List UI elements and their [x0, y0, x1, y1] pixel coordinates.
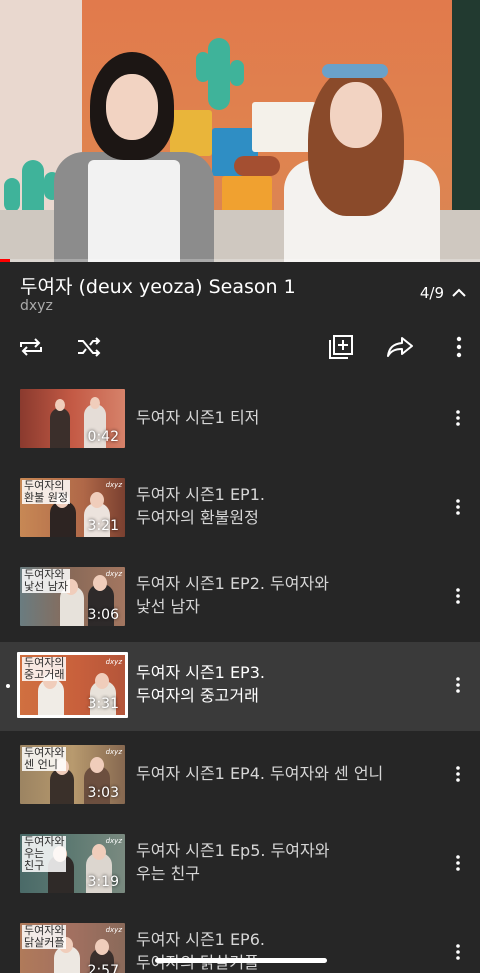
- video-title: 두여자 시즌1 EP3. 두여자의 중고거래: [136, 663, 265, 705]
- list-item[interactable]: 두여자의 환불 원정 dxyz 3:21 두여자 시즌1 EP1. 두여자의 환…: [0, 464, 480, 553]
- list-item[interactable]: 두여자와 센 언니 dxyz 3:03 두여자 시즌1 EP4. 두여자와 센 …: [0, 731, 480, 820]
- playlist-title[interactable]: 두여자 (deux yeoza) Season 1: [20, 272, 296, 299]
- thumbnail-caption: 두여자의 환불 원정: [22, 479, 70, 504]
- video-thumbnail[interactable]: 0:42: [20, 389, 125, 448]
- video-title: 두여자 시즌1 EP1. 두여자의 환불원정: [136, 485, 265, 527]
- add-to-playlist-icon[interactable]: [326, 332, 356, 362]
- system-home-indicator[interactable]: [155, 958, 327, 963]
- more-vertical-icon[interactable]: [449, 585, 467, 607]
- thumbnail-brand: dxyz: [105, 658, 122, 666]
- thumbnail-caption: 두여자와 우는 친구: [22, 835, 67, 872]
- shuffle-icon[interactable]: [74, 332, 104, 362]
- more-vertical-icon[interactable]: [449, 852, 467, 874]
- more-vertical-icon[interactable]: [449, 674, 467, 696]
- more-vertical-icon[interactable]: [449, 407, 467, 429]
- more-vertical-icon[interactable]: [449, 763, 467, 785]
- video-thumbnail[interactable]: 두여자의 중고거래 dxyz 3:31: [17, 652, 128, 718]
- list-item-current[interactable]: 두여자의 중고거래 dxyz 3:31 두여자 시즌1 EP3. 두여자의 중고…: [0, 642, 480, 731]
- duration-badge: 3:21: [87, 518, 119, 534]
- duration-badge: 3:31: [87, 696, 119, 712]
- video-person-right: [278, 60, 442, 262]
- playlist-actions: [0, 332, 480, 366]
- video-title: 두여자 시즌1 Ep5. 두여자와 우는 친구: [136, 841, 330, 883]
- playlist-owner[interactable]: dxyz: [20, 298, 53, 314]
- duration-badge: 0:42: [87, 429, 119, 445]
- playlist-header: 두여자 (deux yeoza) Season 1 dxyz 4/9: [0, 262, 480, 382]
- thumbnail-caption: 두여자의 중고거래: [22, 656, 67, 681]
- video-title: 두여자 시즌1 EP6. 두여자의 닭살커플: [136, 930, 265, 972]
- thumbnail-caption: 두여자와 낯선 남자: [22, 568, 70, 593]
- video-thumbnail[interactable]: 두여자와 우는 친구 dxyz 3:19: [20, 834, 125, 893]
- now-playing-indicator: [6, 684, 10, 688]
- more-vertical-icon[interactable]: [449, 941, 467, 963]
- video-thumbnail[interactable]: 두여자와 낯선 남자 dxyz 3:06: [20, 567, 125, 626]
- playlist-position: 4/9: [419, 284, 444, 302]
- video-title: 두여자 시즌1 EP2. 두여자와 낯선 남자: [136, 574, 329, 616]
- list-item[interactable]: 0:42 두여자 시즌1 티저: [0, 375, 480, 464]
- chevron-up-icon[interactable]: [448, 282, 470, 304]
- video-thumbnail[interactable]: 두여자의 환불 원정 dxyz 3:21: [20, 478, 125, 537]
- video-thumbnail[interactable]: 두여자와 닭살커플 dxyz 2:57: [20, 923, 125, 973]
- thumbnail-brand: dxyz: [105, 570, 122, 578]
- list-item[interactable]: 두여자와 우는 친구 dxyz 3:19 두여자 시즌1 Ep5. 두여자와 우…: [0, 820, 480, 909]
- duration-badge: 3:06: [87, 607, 119, 623]
- thumbnail-brand: dxyz: [105, 837, 122, 845]
- video-scene-prop: [234, 156, 280, 176]
- video-title: 두여자 시즌1 EP4. 두여자와 센 언니: [136, 764, 384, 783]
- video-title: 두여자 시즌1 티저: [136, 408, 260, 427]
- thumbnail-brand: dxyz: [105, 481, 122, 489]
- duration-badge: 3:19: [87, 874, 119, 890]
- video-scene-prop: [230, 60, 244, 86]
- duration-badge: 3:03: [87, 785, 119, 801]
- loop-icon[interactable]: [16, 332, 46, 362]
- video-player[interactable]: [0, 0, 480, 262]
- video-thumbnail[interactable]: 두여자와 센 언니 dxyz 3:03: [20, 745, 125, 804]
- duration-badge: 2:57: [87, 963, 119, 973]
- thumbnail-brand: dxyz: [105, 926, 122, 934]
- more-vertical-icon[interactable]: [444, 332, 474, 362]
- share-icon[interactable]: [385, 332, 415, 362]
- list-item[interactable]: 두여자와 낯선 남자 dxyz 3:06 두여자 시즌1 EP2. 두여자와 낯…: [0, 553, 480, 642]
- video-scene-prop: [4, 178, 20, 212]
- video-person-left: [48, 48, 218, 262]
- more-vertical-icon[interactable]: [449, 496, 467, 518]
- list-item[interactable]: 두여자와 닭살커플 dxyz 2:57 두여자 시즌1 EP6. 두여자의 닭살…: [0, 909, 480, 973]
- thumbnail-caption: 두여자와 센 언니: [22, 746, 67, 771]
- thumbnail-brand: dxyz: [105, 748, 122, 756]
- thumbnail-caption: 두여자와 닭살커플: [22, 924, 67, 949]
